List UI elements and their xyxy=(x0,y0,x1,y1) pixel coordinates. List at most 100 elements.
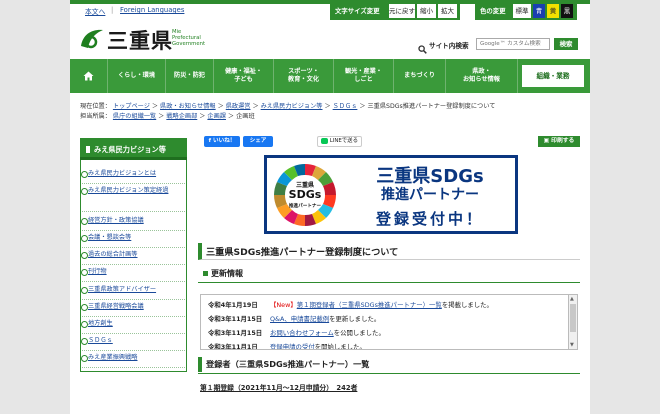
breadcrumb-sdgs[interactable]: ＳＤＧｓ xyxy=(333,103,358,110)
new-badge: 【New】 xyxy=(270,301,297,309)
breadcrumb: 現在位置： トップページ ＞ 県政・お知らせ情報 ＞ 県政運営 ＞ みえ県民力ビ… xyxy=(80,103,496,110)
dept-org-list[interactable]: 県庁の組織一覧 xyxy=(113,113,156,120)
nav-disaster-prevention[interactable]: 防災・防犯 xyxy=(166,59,214,93)
font-larger-button[interactable]: 拡大 xyxy=(438,4,457,18)
foreign-languages-link[interactable]: Foreign Languages xyxy=(120,6,184,14)
sidebar-divider xyxy=(82,350,185,351)
scrollbar-thumb[interactable] xyxy=(570,304,576,332)
facebook-like-button[interactable]: f いいね！ xyxy=(204,136,240,147)
update-text: を掲載しました。 xyxy=(441,301,493,309)
sidebar-item[interactable]: みえ県民力ビジョンとは xyxy=(80,170,178,178)
updates-underline xyxy=(198,282,580,283)
home-icon xyxy=(83,71,94,81)
update-date: 令和3年11月1日 xyxy=(208,343,258,350)
sidebar-item[interactable]: 地方創生 xyxy=(80,320,178,328)
updates-heading: 更新情報 xyxy=(211,269,243,278)
banner-subtitle: 推進パートナー xyxy=(381,187,479,203)
dept-strategy[interactable]: 戦略企画部 xyxy=(166,113,197,120)
page: 本文へ | Foreign Languages 文字サイズ変更 元に戻す 縮小 … xyxy=(70,0,590,414)
nav-sports-education[interactable]: スポーツ・ 教育・文化 xyxy=(274,59,334,93)
nav-health-welfare[interactable]: 健康・福祉・ 子ども xyxy=(214,59,274,93)
updates-scrollbar[interactable]: ▲ ▼ xyxy=(569,294,578,350)
banner-logo-bottom: 推進パートナー xyxy=(288,204,322,209)
font-smaller-button[interactable]: 縮小 xyxy=(417,4,436,18)
update-row: 令和4年1月19日 【New】第１期登録者（三重県SDGs推進パートナー）一覧を掲… xyxy=(208,299,493,311)
global-nav: くらし・環境 防災・防犯 健康・福祉・ 子ども スポーツ・ 教育・文化 観光・産… xyxy=(70,59,590,93)
sidebar-item[interactable]: 三重県経営戦略会議 xyxy=(80,303,178,311)
color-yellow-button[interactable]: 黄 xyxy=(547,4,559,18)
banner-logo-mid: SDGs xyxy=(288,188,322,201)
logo-text: 三重県 xyxy=(107,29,173,53)
breadcrumb-administration[interactable]: 県政運営 xyxy=(226,103,251,110)
sidebar-divider xyxy=(82,316,185,317)
breadcrumb-top[interactable]: トップページ xyxy=(113,103,150,110)
sidebar-divider xyxy=(82,183,185,184)
printer-icon: ▣ xyxy=(543,138,550,144)
sidebar-divider xyxy=(82,299,185,300)
sidebar-divider xyxy=(82,367,185,368)
department-breadcrumb: 担当所属： 県庁の組織一覧 ＞ 戦略企画部 ＞ 企画課 ＞ 企画班 xyxy=(80,113,255,120)
updates-box: 令和4年1月19日 【New】第１期登録者（三重県SDGs推進パートナー）一覧を掲… xyxy=(200,294,569,350)
dept-planning[interactable]: 企画課 xyxy=(207,113,226,120)
breadcrumb-prefectural-info[interactable]: 県政・お知らせ情報 xyxy=(160,103,216,110)
update-date: 令和4年1月19日 xyxy=(208,301,258,309)
breadcrumb-vision[interactable]: みえ県民力ビジョン等 xyxy=(261,103,323,110)
sdgs-banner: 三重県 SDGs 推進パートナー 三重県SDGs 推進パートナー 登録受付中！ xyxy=(264,155,518,234)
registrants-underline xyxy=(198,373,580,374)
scroll-down-icon[interactable]: ▼ xyxy=(570,342,574,348)
search-icon xyxy=(418,39,427,54)
nav-prefectural-info[interactable]: 県政・ お知らせ情報 xyxy=(446,59,518,93)
print-button[interactable]: ▣ 印刷する xyxy=(538,136,580,147)
line-share-button[interactable]: LINEで送る xyxy=(317,136,362,147)
nav-living-environment[interactable]: くらし・環境 xyxy=(108,59,166,93)
sidebar-divider xyxy=(82,333,185,334)
color-blue-button[interactable]: 青 xyxy=(533,4,545,18)
sidebar-item[interactable]: ＳＤＧｓ xyxy=(80,337,178,345)
scroll-up-icon[interactable]: ▲ xyxy=(570,296,574,302)
update-row: 令和3年11月15日 お問い合わせフォームを公開しました。 xyxy=(208,327,385,339)
page-title: 三重県SDGs推進パートナー登録制度について xyxy=(206,247,399,258)
color-black-button[interactable]: 黒 xyxy=(561,4,573,18)
nav-organization[interactable]: 組織・業務 xyxy=(522,65,584,87)
update-link[interactable]: 登録申請の受付 xyxy=(270,343,315,349)
font-reset-button[interactable]: 元に戻す xyxy=(389,4,415,18)
mie-logo-icon[interactable] xyxy=(78,26,106,52)
sidebar-divider xyxy=(82,264,185,265)
sidebar-item[interactable]: 過去の総合計画等 xyxy=(80,251,178,259)
update-link[interactable]: お問い合わせフォーム xyxy=(270,329,334,337)
search-label: サイト内検索 xyxy=(429,42,469,50)
search-input[interactable] xyxy=(476,38,550,50)
dept-planning-team: 企画班 xyxy=(236,113,255,120)
nav-tourism-industry[interactable]: 観光・産業・ しごと xyxy=(334,59,394,93)
breadcrumb-current: 三重県SDGs推進パートナー登録制度について xyxy=(367,103,496,110)
line-icon xyxy=(321,137,329,144)
updates-bullet xyxy=(203,271,208,276)
facebook-share-button[interactable]: シェア xyxy=(243,136,273,147)
logo-english: Mie Prefectural Government xyxy=(172,29,206,47)
update-link[interactable]: Q&A、申請書記載例 xyxy=(270,315,329,323)
sidebar-item[interactable]: 経営方針・政策協議 xyxy=(80,217,178,225)
update-text: を更新しました。 xyxy=(329,315,381,323)
update-text: を開始しました。 xyxy=(314,343,366,350)
sidebar-divider xyxy=(82,281,185,282)
search-button[interactable]: 検索 xyxy=(554,38,578,50)
color-standard-button[interactable]: 標準 xyxy=(513,4,531,18)
color-label: 色の変更 xyxy=(480,7,506,15)
sidebar-item[interactable]: 刊行物 xyxy=(80,268,178,276)
update-row: 令和3年11月15日 Q&A、申請書記載例を更新しました。 xyxy=(208,313,380,325)
sidebar-divider xyxy=(82,230,185,231)
update-link[interactable]: 第１期登録者（三重県SDGs推進パートナー）一覧 xyxy=(297,301,442,309)
sidebar-item[interactable]: みえ産業振興戦略 xyxy=(80,354,178,362)
sidebar-item[interactable]: 会議・懇談会等 xyxy=(80,234,178,242)
sidebar-divider xyxy=(82,247,185,248)
registrants-first-period-link[interactable]: 第１期登録（2021年11月～12月申請分） 242者 xyxy=(200,382,357,392)
sidebar-item[interactable]: 三重県政策アドバイザー xyxy=(80,286,178,294)
nav-town-planning[interactable]: まちづくり xyxy=(394,59,446,93)
nav-home[interactable] xyxy=(70,59,108,93)
sidebar-item[interactable]: みえ県民力ビジョン策定経過 xyxy=(80,187,178,195)
font-size-label: 文字サイズ変更 xyxy=(335,7,380,15)
skip-to-content-link[interactable]: 本文へ xyxy=(85,6,105,16)
update-date: 令和3年11月15日 xyxy=(208,315,263,323)
sidebar-divider xyxy=(82,211,185,212)
update-row: 令和3年11月1日 登録申請の受付を開始しました。 xyxy=(208,341,366,350)
